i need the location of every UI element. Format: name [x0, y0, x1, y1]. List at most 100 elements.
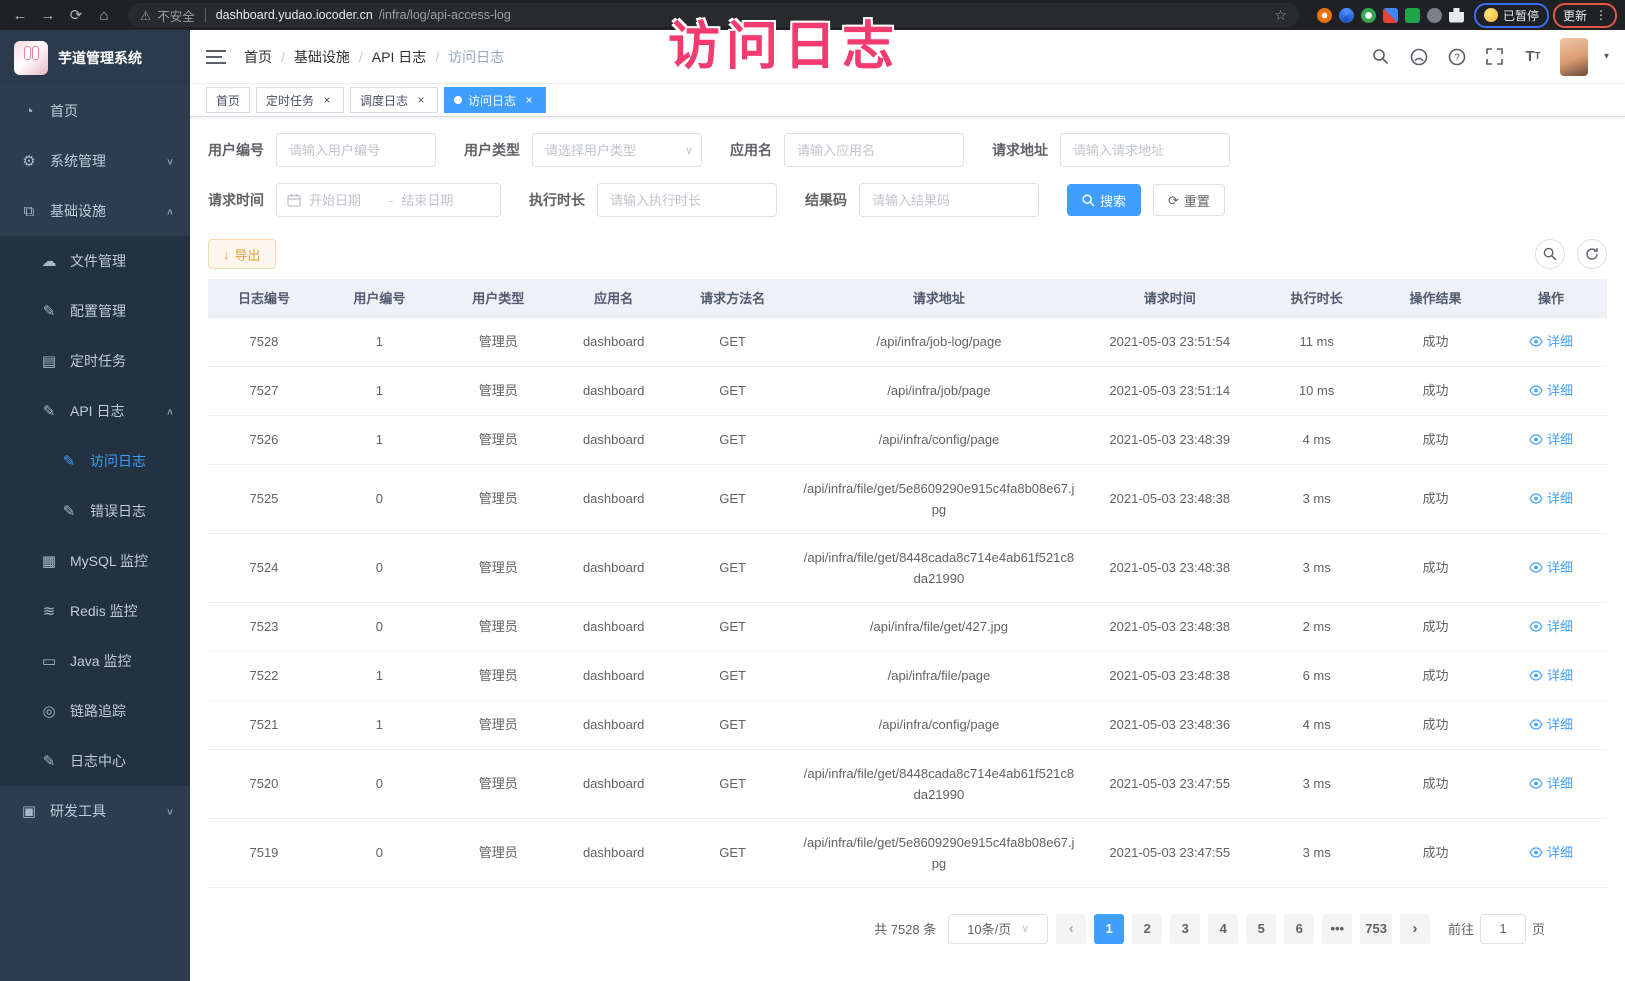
- page-number-button[interactable]: 753: [1360, 914, 1392, 944]
- sidebar-menu-item[interactable]: ▤ 定时任务: [0, 336, 190, 386]
- cell-user-id: 1: [320, 700, 439, 749]
- sidebar-menu-item[interactable]: ✎ 日志中心: [0, 736, 190, 786]
- tags-view-bar: 首页 定时任务 × 调度日志 × 访问日志: [190, 84, 1625, 117]
- browser-forward-button[interactable]: →: [36, 3, 60, 27]
- profile-paused-chip[interactable]: 已暂停: [1474, 3, 1549, 28]
- detail-link[interactable]: 详细: [1529, 842, 1573, 863]
- sidebar-menu-item[interactable]: ⧉ 基础设施 ∧: [0, 186, 190, 236]
- cell-result: 成功: [1376, 818, 1495, 887]
- page-number-button[interactable]: 3: [1170, 914, 1200, 944]
- cell-log-id: 7523: [208, 602, 320, 651]
- result-code-input[interactable]: [859, 183, 1039, 217]
- app-logo[interactable]: 芋道管理系统: [0, 30, 190, 86]
- user-type-select[interactable]: [532, 133, 702, 167]
- sidebar-menu-item[interactable]: ☁ 文件管理: [0, 236, 190, 286]
- breadcrumb-item[interactable]: 基础设施: [294, 47, 350, 67]
- request-url-input[interactable]: [1060, 133, 1230, 167]
- view-tab[interactable]: 访问日志 ×: [444, 87, 546, 113]
- user-menu-caret-icon[interactable]: ▾: [1604, 51, 1609, 62]
- github-icon[interactable]: [1408, 46, 1430, 68]
- sidebar-menu-item[interactable]: ▦ MySQL 监控: [0, 536, 190, 586]
- sidebar-menu-item[interactable]: ⚙ 系统管理 ∨: [0, 136, 190, 186]
- menu-item-icon: ▤: [40, 352, 58, 370]
- request-url-label: 请求地址: [992, 140, 1048, 160]
- tab-close-icon[interactable]: ×: [522, 93, 536, 107]
- extension-icon[interactable]: [1427, 8, 1442, 23]
- browser-menu-kebab-icon[interactable]: ⋮: [1592, 8, 1607, 22]
- font-size-icon[interactable]: TT: [1522, 46, 1544, 68]
- search-button[interactable]: 搜索: [1067, 184, 1141, 216]
- view-tab[interactable]: 调度日志 ×: [350, 87, 438, 113]
- sidebar-menu-item[interactable]: ▣ 研发工具 ∨: [0, 786, 190, 836]
- detail-link[interactable]: 详细: [1529, 665, 1573, 686]
- browser-back-button[interactable]: ←: [8, 3, 32, 27]
- breadcrumb-item[interactable]: 访问日志: [448, 47, 504, 67]
- browser-home-button[interactable]: ⌂: [92, 3, 116, 27]
- prev-page-button[interactable]: ‹: [1056, 914, 1086, 944]
- eye-icon: [1529, 621, 1543, 632]
- cell-user-type: 管理员: [439, 749, 558, 818]
- goto-page-input[interactable]: [1480, 914, 1526, 944]
- sidebar-menu-item[interactable]: ✎ API 日志 ∧: [0, 386, 190, 436]
- cell-user-type: 管理员: [439, 533, 558, 602]
- page-size-select[interactable]: 10条/页 ∨: [948, 914, 1048, 944]
- sidebar-menu-item[interactable]: ✎ 访问日志: [0, 436, 190, 486]
- extension-icon[interactable]: [1317, 8, 1332, 23]
- sidebar-menu-item[interactable]: ≋ Redis 监控: [0, 586, 190, 636]
- page-number-button[interactable]: 2: [1132, 914, 1162, 944]
- tab-close-icon[interactable]: ×: [320, 93, 334, 107]
- sidebar-menu-item[interactable]: ◎ 链路追踪: [0, 686, 190, 736]
- detail-link[interactable]: 详细: [1529, 488, 1573, 509]
- bookmark-star-icon[interactable]: ☆: [1274, 7, 1287, 24]
- user-avatar[interactable]: [1560, 38, 1588, 76]
- next-page-button[interactable]: ›: [1400, 914, 1430, 944]
- help-icon[interactable]: ?: [1446, 46, 1468, 68]
- address-bar[interactable]: ⚠ 不安全 dashboard.yudao.iocoder.cn/infra/l…: [128, 3, 1299, 27]
- reset-button[interactable]: ⟳ 重置: [1153, 184, 1225, 216]
- tab-close-icon[interactable]: ×: [414, 93, 428, 107]
- cell-request-time: 2021-05-03 23:51:14: [1082, 366, 1257, 415]
- sidebar-menu-item[interactable]: ◔ 首页: [0, 86, 190, 136]
- app-name-input[interactable]: [784, 133, 964, 167]
- toggle-search-button[interactable]: [1535, 239, 1565, 269]
- extensions-puzzle-icon[interactable]: [1449, 8, 1464, 23]
- refresh-table-button[interactable]: [1577, 239, 1607, 269]
- sidebar-menu-item[interactable]: ✎ 配置管理: [0, 286, 190, 336]
- detail-link[interactable]: 详细: [1529, 557, 1573, 578]
- detail-link[interactable]: 详细: [1529, 331, 1573, 352]
- start-date-input[interactable]: [309, 193, 381, 208]
- page-number-button[interactable]: 5: [1246, 914, 1276, 944]
- cell-result: 成功: [1376, 533, 1495, 602]
- user-id-input[interactable]: [276, 133, 436, 167]
- fullscreen-icon[interactable]: [1484, 46, 1506, 68]
- browser-update-button[interactable]: 更新 ⋮: [1553, 3, 1617, 28]
- extension-icon[interactable]: [1405, 8, 1420, 23]
- end-date-input[interactable]: [401, 193, 473, 208]
- extension-icon[interactable]: [1339, 8, 1354, 23]
- page-number-button[interactable]: 6: [1284, 914, 1314, 944]
- sidebar-menu-item[interactable]: ▭ Java 监控: [0, 636, 190, 686]
- view-tab[interactable]: 首页: [206, 87, 250, 113]
- page-number-button[interactable]: 4: [1208, 914, 1238, 944]
- view-tab[interactable]: 定时任务 ×: [256, 87, 344, 113]
- detail-link[interactable]: 详细: [1529, 714, 1573, 735]
- detail-link[interactable]: 详细: [1529, 429, 1573, 450]
- breadcrumb-item[interactable]: 首页: [244, 47, 272, 67]
- breadcrumb-item[interactable]: API 日志: [372, 47, 426, 67]
- detail-link[interactable]: 详细: [1529, 380, 1573, 401]
- search-icon[interactable]: [1370, 46, 1392, 68]
- extension-icon[interactable]: [1383, 8, 1398, 23]
- page-number-button[interactable]: 1: [1094, 914, 1124, 944]
- export-button-label: 导出: [235, 245, 261, 264]
- export-button[interactable]: ↓ 导出: [208, 239, 276, 269]
- detail-link[interactable]: 详细: [1529, 773, 1573, 794]
- detail-link[interactable]: 详细: [1529, 616, 1573, 637]
- extension-icon[interactable]: [1361, 8, 1376, 23]
- page-number-button[interactable]: •••: [1322, 914, 1352, 944]
- browser-reload-button[interactable]: ⟳: [64, 3, 88, 27]
- cell-user-type: 管理员: [439, 366, 558, 415]
- hamburger-menu-icon[interactable]: [206, 50, 226, 64]
- duration-input[interactable]: [597, 183, 777, 217]
- sidebar-menu-item[interactable]: ✎ 错误日志: [0, 486, 190, 536]
- date-range-picker[interactable]: -: [276, 183, 501, 217]
